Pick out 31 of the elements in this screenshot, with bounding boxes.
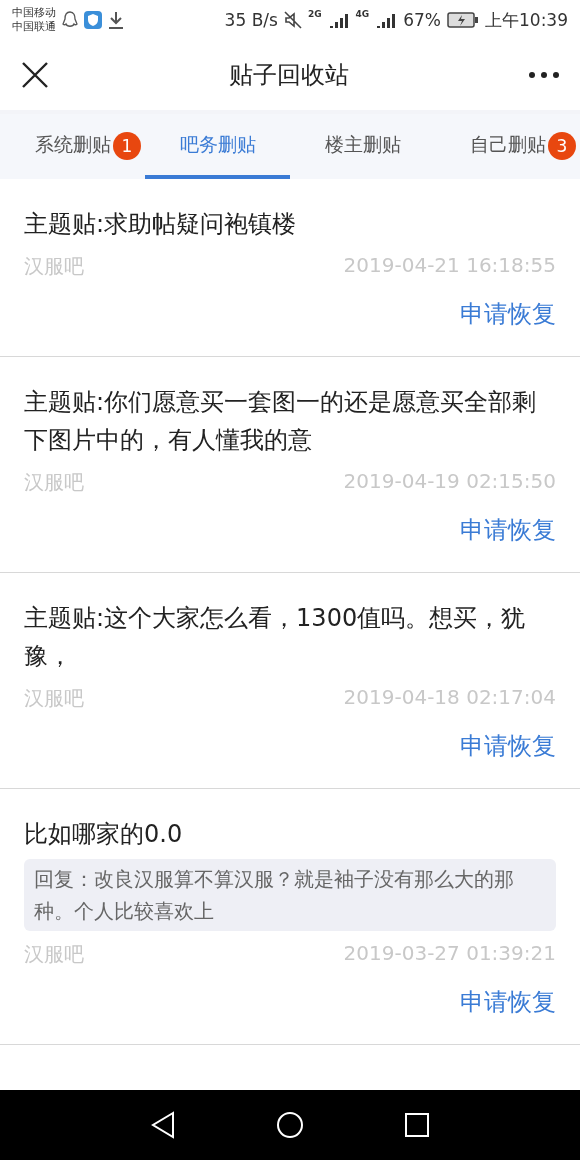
tab[interactable]: 吧务删贴	[145, 114, 290, 179]
carrier-name: 中国移动	[12, 6, 56, 20]
tab[interactable]: 系统删贴 1	[0, 114, 145, 179]
count-badge: 3	[548, 132, 576, 160]
restore-button[interactable]: 申请恢复	[460, 730, 556, 762]
more-icon	[528, 71, 560, 79]
battery-level: 67%	[403, 10, 441, 30]
post-title: 主题贴:你们愿意买一套图一的还是愿意买全部剩下图片中的，有人懂我的意	[24, 387, 538, 456]
signal-icon	[375, 12, 398, 28]
count-badge: 1	[113, 132, 141, 160]
network-type: 2G	[307, 9, 322, 19]
restore-button[interactable]: 申请恢复	[460, 514, 556, 546]
network-speed: 35 B/s	[224, 10, 278, 30]
page-title: 贴子回收站	[228, 60, 350, 91]
post-title: 主题贴:求助帖疑问袍镇楼	[24, 209, 298, 240]
shield-icon	[84, 11, 102, 29]
post-title: 比如哪家的0.0	[24, 819, 184, 850]
clock-time: 上午10:39	[485, 8, 568, 32]
signal-icon	[327, 12, 350, 28]
mute-icon	[283, 11, 302, 29]
battery-icon	[447, 12, 479, 28]
penguin-icon	[62, 11, 78, 29]
restore-button[interactable]: 申请恢复	[460, 298, 556, 330]
tab[interactable]: 楼主删贴	[290, 114, 435, 179]
tab[interactable]: 自己删贴 3	[435, 114, 580, 179]
download-icon	[108, 11, 124, 29]
restore-button[interactable]: 申请恢复	[460, 986, 556, 1018]
carrier-name: 中国联通	[12, 20, 56, 34]
post-title: 主题贴:这个大家怎么看，1300值吗。想买，犹豫，	[24, 603, 527, 672]
network-type: 4G	[355, 9, 370, 19]
reply-quote: 回复：改良汉服算不算汉服？就是袖子没有那么大的那种。个人比较喜欢上	[24, 859, 556, 931]
